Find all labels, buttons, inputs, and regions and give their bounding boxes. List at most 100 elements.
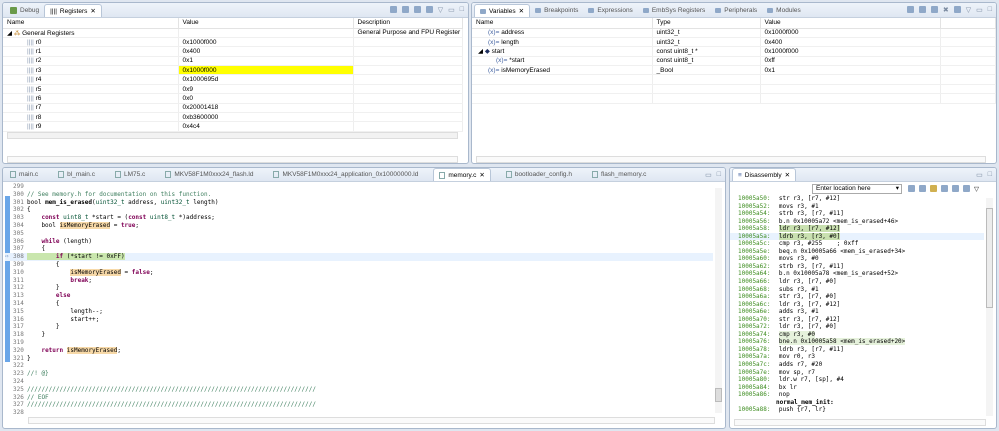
editor-tab[interactable]: bootloader_config.h (501, 168, 577, 181)
editor-tab[interactable]: main.c (5, 168, 43, 181)
editor-tab[interactable]: MKV58F1M0xxx24_application_0x10000000.ld (268, 168, 423, 181)
toolbar-icon[interactable] (952, 185, 959, 192)
editor-tab[interactable]: LM75.c (110, 168, 150, 181)
variable-value[interactable]: 0x1 (760, 65, 941, 76)
register-value[interactable]: 0x20001418 (178, 103, 354, 114)
toolbar-icon[interactable] (389, 6, 397, 13)
variable-value[interactable]: 0x1000f000 (760, 46, 941, 57)
maximize-icon[interactable]: □ (717, 171, 721, 179)
editor-tab[interactable]: memory.c ✕ (433, 168, 491, 181)
column-header[interactable]: Type (652, 18, 761, 29)
register-value[interactable]: 0x1 (178, 56, 354, 67)
toolbar-icon[interactable] (413, 6, 421, 13)
register-value[interactable]: 0x4c4 (178, 121, 354, 132)
tab-disassembly[interactable]: ≡ Disassembly ✕ (732, 168, 797, 181)
toolbar-icon[interactable] (963, 185, 970, 192)
maximize-icon[interactable]: □ (988, 171, 992, 179)
link-icon[interactable] (930, 185, 937, 192)
location-input[interactable]: Enter location here ▾ (812, 184, 902, 194)
register-row[interactable]: |||| r8 0xb3600000 (3, 112, 463, 123)
register-row[interactable]: |||| r3 0x1000f000 (3, 65, 463, 76)
horizontal-scrollbar[interactable] (734, 419, 986, 426)
register-value[interactable]: 0x0 (178, 93, 354, 104)
close-icon[interactable]: ✕ (90, 7, 95, 15)
editor-tab[interactable]: MKV58F1M0xxx24_flash.ld (160, 168, 258, 181)
register-row[interactable]: |||| r5 0x9 (3, 84, 463, 95)
minimize-icon[interactable]: ▭ (976, 6, 983, 14)
variable-row[interactable]: (x)= length uint32_t 0x400 (472, 37, 996, 48)
horizontal-scrollbar[interactable] (476, 156, 986, 163)
register-value[interactable]: 0x9 (178, 84, 354, 95)
home-icon[interactable] (919, 185, 926, 192)
register-row[interactable]: |||| r0 0x1000f000 (3, 37, 463, 48)
register-value[interactable]: 0xb3600000 (178, 112, 354, 123)
column-header[interactable]: Description (353, 18, 463, 29)
register-row[interactable]: |||| r6 0x0 (3, 93, 463, 104)
address: 10005a6c: (738, 300, 771, 308)
editor-tab[interactable]: bl_main.c (53, 168, 100, 181)
close-icon[interactable]: ✕ (519, 7, 524, 15)
detail-scrollbar[interactable] (7, 156, 458, 163)
register-row[interactable]: |||| r7 0x20001418 (3, 103, 463, 114)
column-header[interactable]: Name (472, 18, 653, 29)
variable-value[interactable]: 0x400 (760, 37, 941, 48)
horizontal-scrollbar[interactable] (28, 417, 715, 424)
code-editor[interactable]: 299 300// See memory.h for documentation … (5, 183, 713, 417)
tab-embsys-registers[interactable]: EmbSys Registers (638, 4, 710, 17)
close-icon[interactable]: ✕ (479, 171, 484, 179)
dropdown-icon[interactable]: ▾ (896, 185, 899, 193)
view-menu-icon[interactable]: ▽ (438, 6, 443, 14)
view-menu-icon[interactable]: ▽ (974, 185, 979, 193)
disassembly-line: 10005a60: movs r3, #0 (730, 255, 984, 263)
register-row[interactable]: |||| r4 0x1000695d (3, 74, 463, 85)
tab-variables[interactable]: Variables ✕ (474, 4, 531, 17)
horizontal-scrollbar[interactable] (7, 132, 458, 139)
tab-debug[interactable]: Debug (5, 4, 44, 17)
toolbar-icon[interactable] (908, 185, 915, 192)
toolbar-icon[interactable] (906, 6, 914, 13)
register-value[interactable]: 0x1000695d (178, 74, 354, 85)
minimize-icon[interactable]: ▭ (448, 6, 455, 14)
register-icon: |||| (27, 113, 36, 121)
register-row[interactable]: |||| r1 0x400 (3, 46, 463, 57)
tab-breakpoints[interactable]: Breakpoints (530, 4, 583, 17)
variable-value[interactable]: 0x1000f000 (760, 28, 941, 38)
variable-row[interactable]: (x)= address uint32_t 0x1000f000 (472, 28, 996, 38)
variable-row[interactable]: (x)= isMemoryErased _Bool 0x1 (472, 65, 996, 76)
expand-icon[interactable]: ◢ (478, 48, 485, 55)
minimize-icon[interactable]: ▭ (976, 171, 983, 179)
tab-modules[interactable]: Modules (762, 4, 806, 17)
remove-icon[interactable]: ✖ (943, 6, 949, 14)
close-icon[interactable]: ✕ (785, 171, 790, 179)
register-group-row[interactable]: ◢ ⁂ General Registers General Purpose and… (3, 28, 463, 38)
column-header[interactable]: Value (178, 18, 354, 29)
vertical-scrollbar[interactable] (715, 188, 722, 413)
column-header[interactable]: Name (3, 18, 179, 29)
tab-registers[interactable]: |||| Registers ✕ (44, 4, 102, 17)
vertical-scrollbar[interactable] (986, 198, 993, 416)
register-row[interactable]: |||| r9 0x4c4 (3, 121, 463, 132)
minimize-icon[interactable]: ▭ (705, 171, 712, 179)
disassembly-view[interactable]: 10005a50: str r3, [r7, #12] 10005a52: mov… (730, 195, 984, 420)
tab-peripherals[interactable]: Peripherals (710, 4, 762, 17)
register-value[interactable]: 0x1000f000 (178, 37, 354, 48)
maximize-icon[interactable]: □ (988, 6, 992, 14)
variable-value[interactable]: 0xff (760, 56, 941, 67)
column-header[interactable]: Value (760, 18, 941, 29)
register-value[interactable]: 0x1000f000 (178, 65, 354, 76)
register-row[interactable]: |||| r2 0x1 (3, 56, 463, 67)
toolbar-icon[interactable] (930, 6, 938, 13)
toolbar-icon[interactable] (953, 6, 961, 13)
maximize-icon[interactable]: □ (460, 6, 464, 14)
toolbar-icon[interactable] (425, 6, 433, 13)
toolbar-icon[interactable] (918, 6, 926, 13)
variable-row[interactable]: ◢ ◆ start const uint8_t * 0x1000f000 (472, 46, 996, 57)
variable-row[interactable]: (x)= *start const uint8_t 0xff (472, 56, 996, 67)
expand-icon[interactable]: ◢ (7, 30, 14, 37)
toolbar-icon[interactable] (941, 185, 948, 192)
register-value[interactable]: 0x400 (178, 46, 354, 57)
view-menu-icon[interactable]: ▽ (966, 6, 971, 14)
editor-tab[interactable]: flash_memory.c (587, 168, 651, 181)
tab-expressions[interactable]: Expressions (583, 4, 637, 17)
toolbar-icon[interactable] (401, 6, 409, 13)
